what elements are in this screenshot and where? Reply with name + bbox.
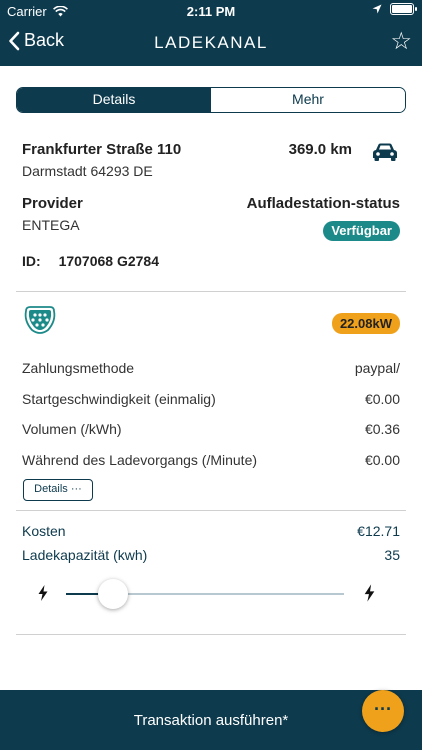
- status-right: [372, 3, 417, 15]
- divider: [16, 291, 406, 292]
- power-badge: 22.08kW: [331, 313, 400, 334]
- execute-transaction-button[interactable]: Transaktion ausführen*: [0, 712, 422, 729]
- address-street: Frankfurter Straße 110: [22, 141, 182, 158]
- cost-label: Kosten: [22, 523, 66, 539]
- more-options-button[interactable]: ···: [362, 690, 404, 732]
- time-price-value: €0.00: [364, 452, 400, 468]
- status-bar: Carrier 2:11 PM: [0, 0, 422, 22]
- start-fee-value: €0.00: [364, 391, 400, 407]
- status-badge: Verfügbar: [323, 221, 400, 241]
- station-id-row: ID: 1707068 G2784: [22, 253, 159, 269]
- tab-details[interactable]: Details: [17, 88, 211, 112]
- capacity-label: Ladekapazität (kwh): [22, 547, 148, 563]
- car-icon: [373, 143, 397, 161]
- id-label: ID:: [22, 253, 41, 269]
- start-fee-label: Startgeschwindigkeit (einmalig): [22, 391, 216, 407]
- divider: [16, 510, 406, 511]
- capacity-row: Ladekapazität (kwh) 35: [22, 547, 400, 563]
- info-row: Während des Ladevorgangs (/Minute) €0.00: [22, 452, 400, 468]
- info-row: Volumen (/kWh) €0.36: [22, 421, 400, 437]
- location-arrow-icon: [372, 4, 382, 14]
- distance-value: 369.0 km: [288, 141, 352, 158]
- divider: [16, 634, 406, 635]
- payment-method-value: paypal/: [354, 360, 400, 376]
- type2-plug-icon: [24, 306, 56, 334]
- lightning-small-icon: [38, 585, 48, 601]
- payment-method-label: Zahlungsmethode: [22, 360, 135, 376]
- tab-switcher: Details Mehr: [16, 87, 406, 113]
- top-bar: Carrier 2:11 PM Back LADEKANAL ☆: [0, 0, 422, 66]
- nav-bar: Back LADEKANAL ☆: [0, 22, 422, 66]
- volume-price-value: €0.36: [364, 421, 400, 437]
- battery-icon: [390, 3, 417, 15]
- provider-label: Provider: [22, 195, 83, 212]
- capacity-slider[interactable]: [28, 578, 388, 610]
- status-time: 2:11 PM: [186, 4, 236, 19]
- info-row: Startgeschwindigkeit (einmalig) €0.00: [22, 391, 400, 407]
- address-city: Darmstadt 64293 DE: [22, 163, 153, 179]
- cost-row: Kosten €12.71: [22, 523, 400, 539]
- provider-value: ENTEGA: [22, 217, 80, 233]
- details-button[interactable]: Details ···: [23, 479, 93, 501]
- volume-price-label: Volumen (/kWh): [22, 421, 122, 437]
- favorite-star-icon[interactable]: ☆: [390, 30, 412, 54]
- tab-mehr[interactable]: Mehr: [211, 88, 405, 112]
- lightning-large-icon: [364, 584, 375, 602]
- bottom-bar: Transaktion ausführen*: [0, 690, 422, 750]
- id-value: 1707068 G2784: [58, 253, 159, 269]
- page-title: LADEKANAL: [154, 33, 268, 52]
- station-status-label: Aufladestation-status: [246, 195, 400, 212]
- info-row: Zahlungsmethode paypal/: [22, 360, 400, 376]
- slider-thumb[interactable]: [98, 579, 129, 609]
- time-price-label: Während des Ladevorgangs (/Minute): [22, 452, 258, 468]
- cost-value: €12.71: [357, 523, 400, 539]
- capacity-value: 35: [384, 547, 400, 563]
